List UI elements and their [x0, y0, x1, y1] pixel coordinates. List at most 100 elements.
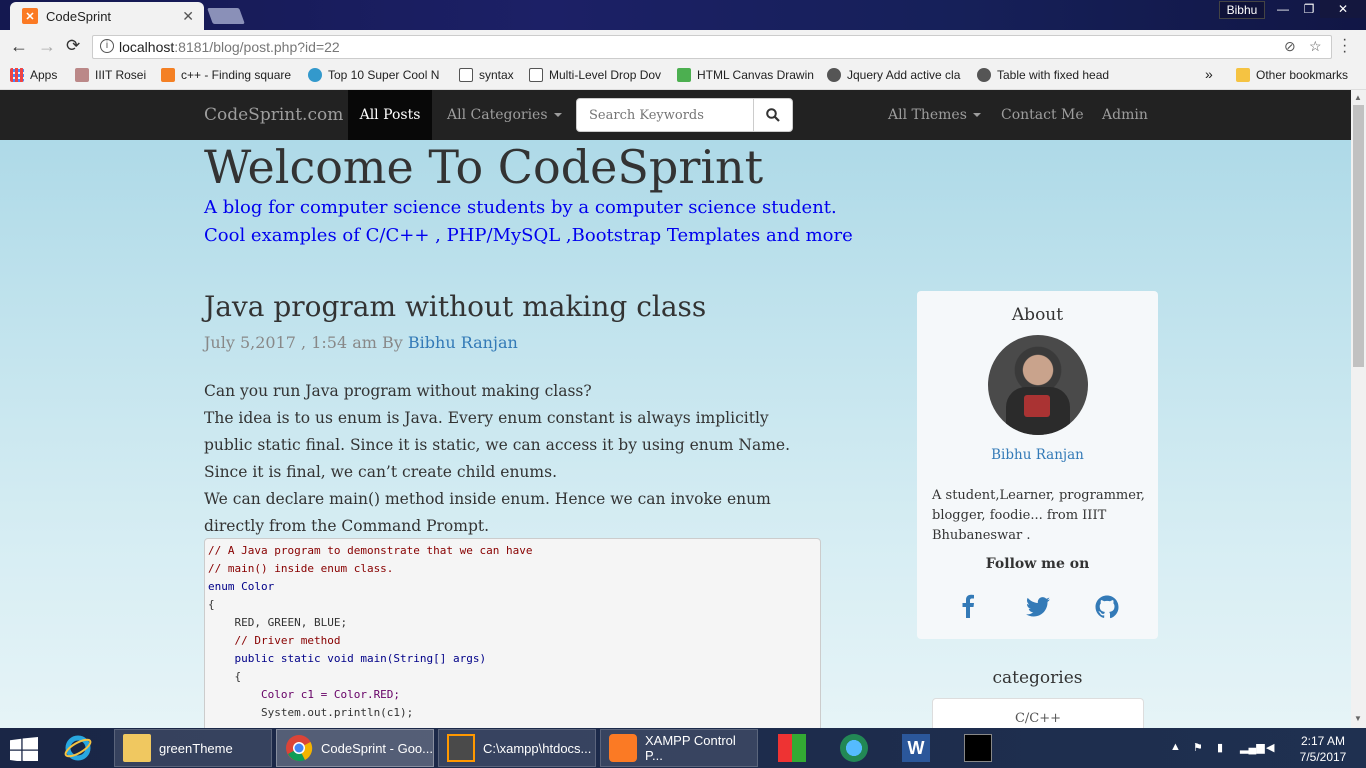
scrollbar-thumb[interactable]: [1353, 105, 1364, 367]
author-bio: A student,Learner, programmer, blogger, …: [932, 488, 1145, 543]
hero-title: Welcome To CodeSprint: [204, 140, 764, 194]
word-icon: W: [902, 734, 930, 762]
bookmark-cpp[interactable]: c++ - Finding square: [161, 68, 298, 82]
about-widget: About Bibhu Ranjan A student,Learner, pr…: [917, 291, 1158, 639]
categories-title: categories: [992, 668, 1083, 688]
bookmark-label: Multi-Level Drop Dov: [549, 68, 662, 82]
facebook-icon[interactable]: [961, 594, 975, 618]
nav-all-themes[interactable]: All Themes: [888, 107, 981, 123]
search-button[interactable]: [754, 99, 792, 131]
about-title: About: [1011, 305, 1064, 325]
bookmark-label: Top 10 Super Cool N: [328, 68, 440, 82]
author-name-link[interactable]: Bibhu Ranjan: [917, 447, 1158, 463]
code-block: // A Java program to demonstrate that we…: [204, 538, 821, 728]
bookmark-syntax[interactable]: syntax: [459, 68, 514, 82]
taskbar-label: XAMPP Control P...: [645, 733, 736, 763]
bookmark-label: Other bookmarks: [1256, 68, 1349, 82]
bookmark-label: IIIT Rosei: [95, 68, 147, 82]
nav-all-posts[interactable]: All Posts: [348, 90, 432, 140]
xampp-icon: ✕: [22, 8, 38, 24]
page-scrollbar[interactable]: ▲ ▼: [1351, 90, 1366, 728]
bookmark-table[interactable]: Table with fixed head: [977, 68, 1114, 82]
forward-icon[interactable]: →: [38, 36, 56, 57]
blocked-content-icon[interactable]: ⊘: [1284, 38, 1296, 55]
system-clock[interactable]: 2:17 AM 7/5/2017: [1290, 733, 1356, 765]
windows-start-icon[interactable]: [10, 737, 38, 761]
minimize-button[interactable]: —: [1270, 0, 1296, 18]
github-icon[interactable]: [1095, 595, 1119, 619]
twitter-icon[interactable]: [1025, 597, 1051, 617]
code-line: public static void main(String[] args): [208, 652, 487, 665]
taskbar-sublime[interactable]: C:\xampp\htdocs...: [438, 729, 596, 767]
new-tab-button[interactable]: [207, 8, 245, 24]
reload-icon[interactable]: ⟳: [66, 36, 80, 56]
code-line: enum Color: [208, 580, 275, 593]
more-bookmarks-button[interactable]: »: [1205, 66, 1213, 82]
chrome-icon: [286, 735, 313, 762]
address-bar[interactable]: i localhost:8181/blog/post.php?id=22: [92, 35, 1332, 59]
nav-all-categories[interactable]: All Categories: [447, 107, 562, 123]
profile-button[interactable]: Bibhu: [1219, 1, 1265, 19]
close-tab-icon[interactable]: ✕: [182, 8, 194, 25]
scroll-down-icon[interactable]: ▼: [1354, 714, 1362, 723]
info-icon[interactable]: i: [100, 39, 114, 53]
bookmark-top10[interactable]: Top 10 Super Cool N: [308, 68, 452, 82]
page-icon: [529, 68, 543, 82]
taskbar-label: CodeSprint - Goo...: [321, 740, 433, 756]
chrome-menu-icon[interactable]: · · ·: [1342, 32, 1347, 60]
post-paragraph: The idea is to us enum is Java. Every en…: [204, 409, 790, 481]
bookmark-label: syntax: [479, 68, 514, 82]
page-icon: [459, 68, 473, 82]
close-window-button[interactable]: ✕: [1320, 0, 1366, 18]
avatar-print: [1024, 395, 1050, 417]
hero-tagline-2: Cool examples of C/C++ , PHP/MySQL ,Boot…: [204, 225, 853, 246]
nav-admin[interactable]: Admin: [1102, 107, 1148, 123]
scroll-up-icon[interactable]: ▲: [1354, 93, 1362, 102]
restore-button[interactable]: ❐: [1296, 0, 1322, 18]
bookmark-apps[interactable]: Apps: [10, 68, 57, 82]
search-input[interactable]: [577, 99, 754, 131]
flag-icon[interactable]: ⚑: [1193, 741, 1203, 754]
bookmark-star-icon[interactable]: ☆: [1309, 38, 1322, 55]
taskbar-cmd[interactable]: [956, 729, 1002, 767]
signal-icon[interactable]: ▂▄▆: [1240, 741, 1265, 754]
follow-heading: Follow me on: [985, 556, 1090, 572]
search-icon: [766, 108, 780, 122]
bookmark-dropdown[interactable]: Multi-Level Drop Dov: [529, 68, 665, 82]
power-icon[interactable]: ▮: [1217, 741, 1223, 754]
taskbar-network-app[interactable]: [832, 729, 878, 767]
volume-icon[interactable]: ◀: [1266, 741, 1274, 754]
back-icon[interactable]: ←: [10, 36, 28, 57]
nav-label: All Categories: [447, 107, 548, 123]
taskbar-chrome[interactable]: CodeSprint - Goo...: [276, 729, 434, 767]
post-paragraph: We can declare main() method inside enum…: [204, 490, 771, 535]
bookmark-canvas[interactable]: HTML Canvas Drawin: [677, 68, 815, 82]
taskbar-greentheme[interactable]: greenTheme: [114, 729, 272, 767]
folder-icon: [1236, 68, 1250, 82]
site-icon: [308, 68, 322, 82]
category-item[interactable]: C/C++: [932, 698, 1144, 728]
post-author-link[interactable]: Bibhu Ranjan: [408, 333, 518, 352]
site-brand[interactable]: CodeSprint.com: [204, 105, 343, 125]
code-line: {: [208, 670, 242, 683]
caret-down-icon: [972, 113, 981, 117]
avatar: [988, 335, 1088, 435]
taskbar-xampp[interactable]: XAMPP Control P...: [600, 729, 758, 767]
bookmark-jquery[interactable]: Jquery Add active cla: [827, 68, 965, 82]
taskbar-app-tiles[interactable]: [770, 729, 816, 767]
code-line: System.out.println(c1);: [208, 706, 414, 719]
taskbar-word[interactable]: W: [894, 729, 940, 767]
page-viewport: CodeSprint.com All Posts All Categories …: [0, 90, 1351, 728]
other-bookmarks[interactable]: Other bookmarks: [1236, 68, 1348, 82]
tray-arrow-icon[interactable]: ▲: [1170, 741, 1181, 753]
hero-tagline-1: A blog for computer science students by …: [204, 197, 837, 218]
github-icon: [827, 68, 841, 82]
taskbar-ie[interactable]: [56, 729, 110, 767]
post-body: Can you run Java program without making …: [204, 378, 804, 540]
windows-taskbar: greenTheme CodeSprint - Goo... C:\xampp\…: [0, 728, 1366, 768]
nav-contact[interactable]: Contact Me: [1001, 107, 1084, 123]
bookmark-iiit[interactable]: IIIT Rosei: [75, 68, 170, 82]
code-line: {: [208, 598, 215, 611]
clock-time: 2:17 AM: [1300, 734, 1346, 748]
browser-tab[interactable]: ✕ CodeSprint ✕: [10, 2, 204, 30]
